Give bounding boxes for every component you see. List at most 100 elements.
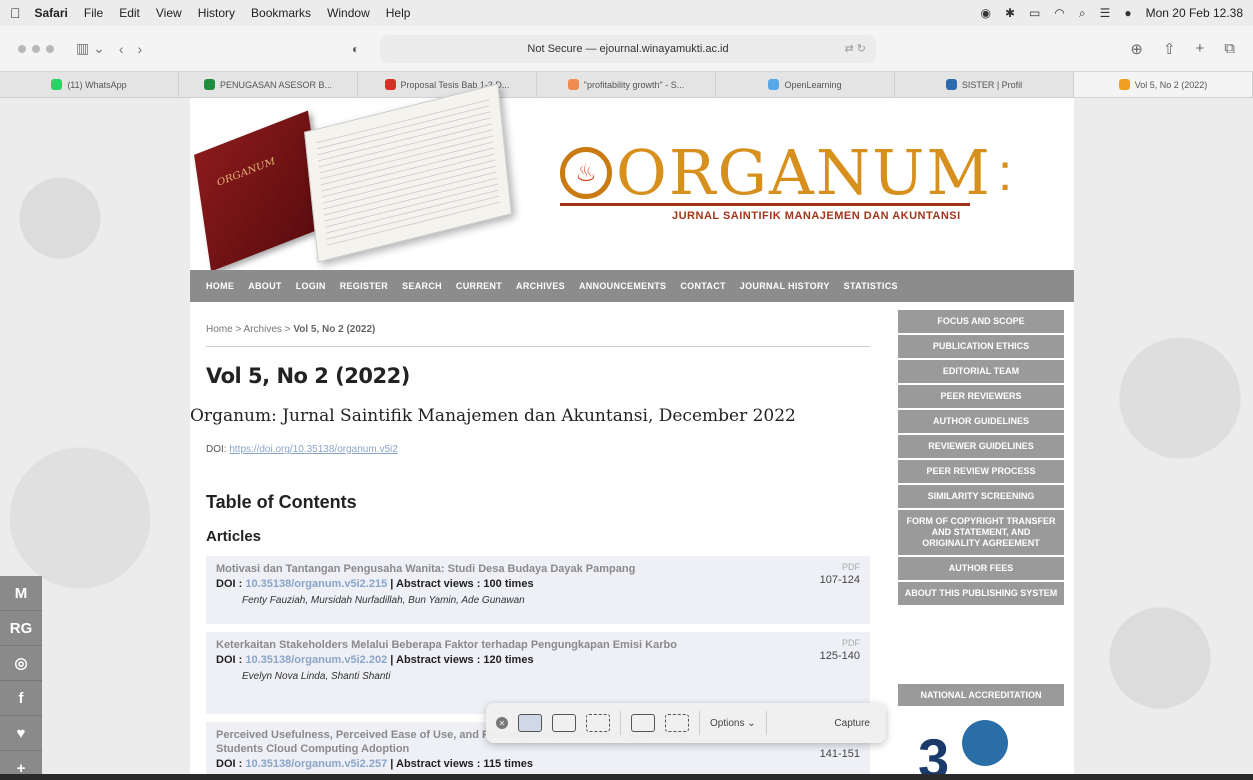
article-pdf-link[interactable]: PDF — [842, 562, 860, 572]
nav-link-home[interactable]: HOME — [206, 281, 234, 291]
article-pages: 125-140 — [819, 650, 860, 662]
nav-link-about[interactable]: ABOUT — [248, 281, 282, 291]
breadcrumb: Home > Archives > Vol 5, No 2 (2022) — [206, 324, 376, 335]
siri-icon[interactable]: ● — [1124, 6, 1131, 20]
close-capture-icon[interactable]: ✕ — [496, 717, 508, 729]
browser-tab[interactable]: SISTER | Profil — [895, 72, 1074, 97]
article-title-link[interactable]: Motivasi dan Tantangan Pengusaha Wanita:… — [216, 562, 736, 576]
menu-bookmarks[interactable]: Bookmarks — [251, 6, 311, 20]
accreditation-seal-image[interactable]: 3 — [918, 720, 1038, 780]
articles-heading: Articles — [206, 528, 262, 545]
sidebar-link[interactable]: AUTHOR FEES — [898, 557, 1064, 580]
tab-favicon-icon — [768, 79, 780, 90]
address-bar[interactable]: Not Secure — ejournal.winayamukti.ac.id … — [380, 34, 876, 63]
share-icon[interactable]: ⇧ — [1163, 40, 1176, 58]
article-doi-link[interactable]: 10.35138/organum.v5i2.257 — [245, 758, 387, 770]
tab-overview-icon[interactable]: ⧉ — [1224, 40, 1235, 58]
tab-label: "profitability growth" - S... — [583, 79, 685, 90]
article-title-link[interactable]: Keterkaitan Stakeholders Melalui Beberap… — [216, 638, 736, 652]
capture-selection-icon[interactable] — [586, 714, 610, 732]
new-tab-icon[interactable]: + — [1196, 40, 1205, 58]
menu-history[interactable]: History — [198, 6, 235, 20]
back-icon[interactable]: ‹ — [119, 41, 124, 57]
capture-button[interactable]: Capture — [834, 718, 870, 729]
sidebar-link[interactable]: SIMILARITY SCREENING — [898, 485, 1064, 508]
browser-tab[interactable]: Vol 5, No 2 (2022) — [1074, 72, 1253, 97]
menu-edit[interactable]: Edit — [119, 6, 140, 20]
nav-link-register[interactable]: REGISTER — [340, 281, 388, 291]
whatsapp-share-icon[interactable]: ◎ — [0, 646, 42, 681]
nav-link-search[interactable]: SEARCH — [402, 281, 442, 291]
page-title: Vol 5, No 2 (2022) — [206, 364, 410, 388]
record-selection-icon[interactable] — [665, 714, 689, 732]
browser-tab[interactable]: Proposal Tesis Bab 1-3 D... — [358, 72, 537, 97]
control-center-icon[interactable]: ☰ — [1100, 6, 1111, 20]
sidebar-toggle-icon[interactable]: ▥ ⌄ — [76, 40, 105, 57]
nav-link-journal-history[interactable]: JOURNAL HISTORY — [740, 281, 830, 291]
bluetooth-icon[interactable]: ✱ — [1005, 6, 1015, 20]
journal-content: ORGANUM ♨ ORGANUM : JURNAL SAINTIFIK MAN… — [190, 83, 1074, 780]
sidebar-link[interactable]: PUBLICATION ETHICS — [898, 335, 1064, 358]
sidebar-link[interactable]: PEER REVIEWERS — [898, 385, 1064, 408]
menu-app-name[interactable]: Safari — [35, 6, 68, 20]
capture-window-icon[interactable] — [552, 714, 576, 732]
sidebar-link[interactable]: REVIEWER GUIDELINES — [898, 435, 1064, 458]
nav-link-announcements[interactable]: ANNOUNCEMENTS — [579, 281, 666, 291]
browser-tab[interactable]: OpenLearning — [716, 72, 895, 97]
browser-tab[interactable]: PENUGASAN ASESOR B... — [179, 72, 358, 97]
macos-menubar:  Safari File Edit View History Bookmark… — [0, 0, 1253, 26]
sidebar-link[interactable]: FORM OF COPYRIGHT TRANSFER AND STATEMENT… — [898, 510, 1064, 555]
forward-icon[interactable]: › — [138, 41, 143, 57]
status-app-icon[interactable]: ◉ — [980, 6, 990, 20]
nav-link-login[interactable]: LOGIN — [296, 281, 326, 291]
browser-toolbar: ▥ ⌄ ‹ › ◐ Not Secure — ejournal.winayamu… — [0, 26, 1253, 72]
nav-link-archives[interactable]: ARCHIVES — [516, 281, 565, 291]
downloads-icon[interactable]: ⊕ — [1130, 40, 1143, 58]
breadcrumb-current[interactable]: Vol 5, No 2 (2022) — [293, 324, 375, 335]
twitter-share-icon[interactable]: ♥ — [0, 716, 42, 751]
capture-entire-screen-icon[interactable] — [518, 714, 542, 732]
window-controls[interactable] — [18, 44, 54, 53]
issue-doi: DOI: https://doi.org/10.35138/organum.v5… — [206, 444, 398, 455]
tab-label: PENUGASAN ASESOR B... — [219, 79, 333, 90]
facebook-share-icon[interactable]: f — [0, 681, 42, 716]
breadcrumb-home[interactable]: Home — [206, 324, 233, 335]
menu-file[interactable]: File — [84, 6, 103, 20]
article-pdf-link[interactable]: PDF — [842, 638, 860, 648]
sidebar-link[interactable]: AUTHOR GUIDELINES — [898, 410, 1064, 433]
translate-reload-icon[interactable]: ⇄ ↻ — [845, 42, 867, 55]
tab-label: SISTER | Profil — [961, 79, 1023, 90]
menu-help[interactable]: Help — [386, 6, 411, 20]
menu-window[interactable]: Window — [327, 6, 370, 20]
battery-icon[interactable]: ▭ — [1029, 6, 1040, 20]
capture-options-button[interactable]: Options ⌄ — [710, 718, 756, 729]
journal-sidebar: FOCUS AND SCOPE PUBLICATION ETHICS EDITORI… — [898, 310, 1064, 607]
menubar-clock[interactable]: Mon 20 Feb 12.38 — [1146, 6, 1243, 20]
nav-link-statistics[interactable]: STATISTICS — [844, 281, 898, 291]
researchgate-share-icon[interactable]: RG — [0, 611, 42, 646]
flame-logo-icon: ♨ — [560, 147, 612, 199]
gmail-share-icon[interactable]: M — [0, 576, 42, 611]
browser-tab[interactable]: (11) WhatsApp — [0, 72, 179, 97]
nav-link-current[interactable]: CURRENT — [456, 281, 502, 291]
article-doi: DOI : 10.35138/organum.v5i2.215 | Abstra… — [216, 578, 534, 590]
nav-link-contact[interactable]: CONTACT — [680, 281, 725, 291]
wifi-icon[interactable]: ◠ — [1054, 6, 1064, 20]
menu-view[interactable]: View — [156, 6, 182, 20]
tab-label: (11) WhatsApp — [67, 79, 127, 90]
logo-underline — [560, 203, 970, 206]
sidebar-link[interactable]: ABOUT THIS PUBLISHING SYSTEM — [898, 582, 1064, 605]
privacy-shield-icon[interactable]: ◐ — [352, 42, 359, 56]
sidebar-link[interactable]: PEER REVIEW PROCESS — [898, 460, 1064, 483]
article-doi-link[interactable]: 10.35138/organum.v5i2.202 — [245, 654, 387, 666]
sidebar-link[interactable]: FOCUS AND SCOPE — [898, 310, 1064, 333]
sidebar-link[interactable]: EDITORIAL TEAM — [898, 360, 1064, 383]
breadcrumb-archives[interactable]: Archives — [244, 324, 282, 335]
apple-icon[interactable]:  — [10, 5, 21, 21]
issue-doi-link[interactable]: https://doi.org/10.35138/organum.v5i2 — [229, 444, 397, 455]
journal-logo[interactable]: ♨ ORGANUM : — [560, 142, 1012, 204]
record-screen-icon[interactable] — [631, 714, 655, 732]
spotlight-search-icon[interactable]: ⌕ — [1079, 6, 1086, 21]
article-doi-link[interactable]: 10.35138/organum.v5i2.215 — [245, 578, 387, 590]
browser-tab[interactable]: "profitability growth" - S... — [537, 72, 716, 97]
